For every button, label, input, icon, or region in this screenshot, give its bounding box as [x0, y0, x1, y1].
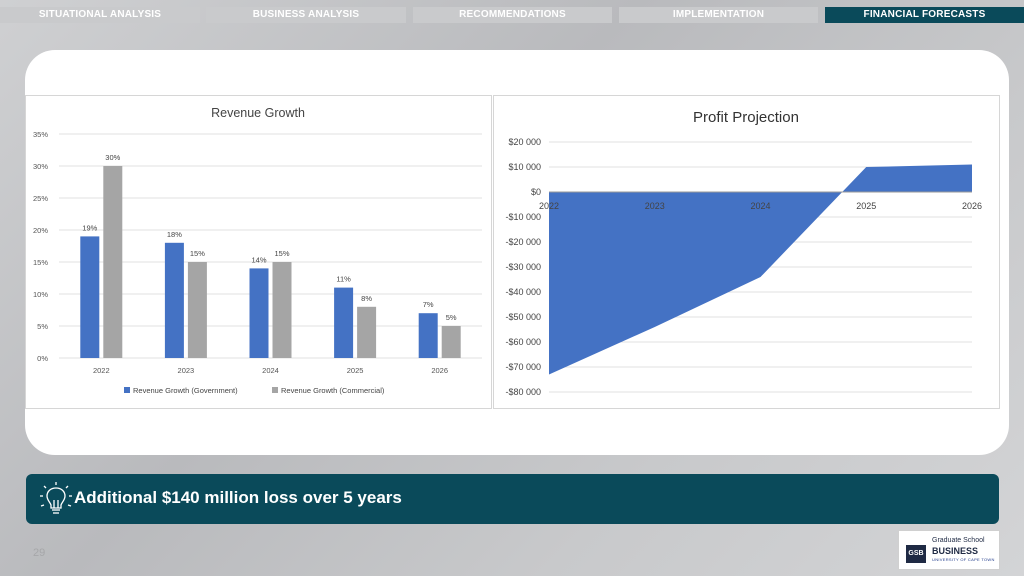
x-tick-label: 2024	[750, 201, 770, 211]
logo-line-3: UNIVERSITY OF CAPE TOWN	[932, 557, 995, 562]
bar-government	[418, 313, 438, 358]
x-tick-label: 2022	[93, 366, 110, 375]
x-tick-label: 2025	[856, 201, 876, 211]
nav-tab-business-analysis[interactable]: BUSINESS ANALYSIS	[206, 7, 406, 23]
key-insight-banner: Additional $140 million loss over 5 year…	[26, 474, 999, 524]
gsb-logo: GSB Graduate School BUSINESS UNIVERSITY …	[898, 530, 1000, 570]
bar-government	[334, 287, 354, 358]
y-tick-label: -$10 000	[505, 212, 541, 222]
bar-commercial	[272, 262, 292, 358]
profit-area	[549, 164, 972, 375]
legend-swatch	[272, 387, 278, 393]
y-tick-label: -$20 000	[505, 237, 541, 247]
bar-data-label: 8%	[361, 294, 372, 303]
y-tick-label: 5%	[37, 322, 48, 331]
y-tick-label: -$70 000	[505, 362, 541, 372]
bar-commercial	[441, 326, 461, 358]
y-tick-label: $0	[531, 187, 541, 197]
legend-label: Revenue Growth (Commercial)	[281, 386, 385, 395]
x-tick-label: 2024	[262, 366, 279, 375]
bar-data-label: 15%	[274, 249, 289, 258]
bar-data-label: 14%	[251, 255, 266, 264]
bar-data-label: 19%	[82, 223, 97, 232]
y-tick-label: -$80 000	[505, 387, 541, 397]
y-tick-label: -$40 000	[505, 287, 541, 297]
bar-data-label: 15%	[190, 249, 205, 258]
nav-tab-situational-analysis[interactable]: SITUATIONAL ANALYSIS	[0, 7, 200, 23]
banner-text: Additional $140 million loss over 5 year…	[74, 488, 402, 507]
nav-tab-implementation[interactable]: IMPLEMENTATION	[619, 7, 818, 23]
x-tick-label: 2022	[539, 201, 559, 211]
section-nav: SITUATIONAL ANALYSIS BUSINESS ANALYSIS REC…	[0, 7, 1024, 23]
y-tick-label: 30%	[33, 162, 48, 171]
nav-tab-financial-forecasts[interactable]: FINANCIAL FORECASTS	[825, 7, 1024, 23]
y-tick-label: 35%	[33, 130, 48, 139]
y-tick-label: $10 000	[508, 162, 541, 172]
y-tick-label: 25%	[33, 194, 48, 203]
profit-projection-svg: Profit Projection $20 000 $10 000 $0 -$10 00…	[505, 109, 982, 397]
x-tick-label: 2026	[962, 201, 982, 211]
y-tick-label: 15%	[33, 258, 48, 267]
y-tick-label: 0%	[37, 354, 48, 363]
legend-swatch	[124, 387, 130, 393]
revenue-growth-svg: Revenue Growth 0% 5% 10% 15% 20% 25% 30% 35% 19% 3…	[33, 106, 482, 395]
bar-data-label: 7%	[423, 300, 434, 309]
gsb-logo-mark: GSB	[906, 545, 926, 563]
bar-government	[164, 242, 184, 358]
bar-data-label: 30%	[105, 153, 120, 162]
logo-line-2: BUSINESS	[932, 546, 979, 556]
content-card: Revenue Growth 0% 5% 10% 15% 20% 25% 30% 35% 19% 3…	[25, 50, 1009, 455]
nav-tab-recommendations[interactable]: RECOMMENDATIONS	[413, 7, 612, 23]
y-tick-label: 10%	[33, 290, 48, 299]
x-tick-label: 2023	[645, 201, 665, 211]
bar-commercial	[103, 166, 123, 358]
y-tick-label: -$30 000	[505, 262, 541, 272]
lightbulb-icon	[38, 480, 74, 523]
y-tick-label: $20 000	[508, 137, 541, 147]
bar-data-label: 18%	[167, 230, 182, 239]
y-tick-label: -$50 000	[505, 312, 541, 322]
page-number: 29	[33, 547, 46, 559]
bar-data-label: 11%	[336, 275, 351, 284]
bar-commercial	[187, 262, 207, 358]
bar-government	[80, 236, 100, 358]
y-tick-label: 20%	[33, 226, 48, 235]
x-tick-label: 2025	[347, 366, 364, 375]
y-tick-label: -$60 000	[505, 337, 541, 347]
x-tick-label: 2023	[178, 366, 195, 375]
revenue-growth-chart: Revenue Growth 0% 5% 10% 15% 20% 25% 30% 35% 19% 3…	[25, 95, 492, 409]
bar-data-label: 5%	[446, 313, 457, 322]
logo-line-1: Graduate School	[932, 537, 985, 544]
chart-title: Revenue Growth	[211, 106, 305, 120]
x-tick-label: 2026	[431, 366, 448, 375]
profit-projection-chart: Profit Projection $20 000 $10 000 $0 -$10 00…	[493, 95, 1000, 409]
chart-title: Profit Projection	[693, 109, 799, 126]
bar-commercial	[357, 306, 377, 358]
legend-label: Revenue Growth (Government)	[133, 386, 238, 395]
bar-government	[249, 268, 269, 358]
